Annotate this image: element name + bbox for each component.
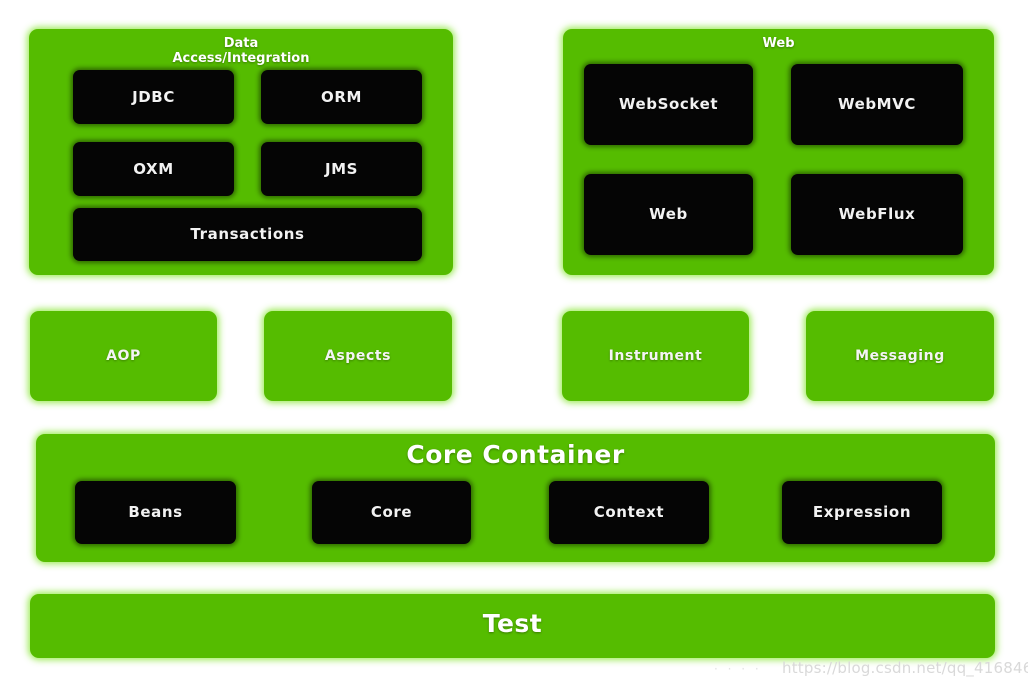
data-access-title: Data Access/Integration: [29, 36, 453, 67]
module-transactions-label: Transactions: [190, 225, 305, 243]
module-websocket[interactable]: WebSocket: [584, 64, 753, 145]
module-jdbc[interactable]: JDBC: [73, 70, 234, 124]
module-jdbc-label: JDBC: [132, 87, 175, 106]
module-oxm[interactable]: OXM: [73, 142, 234, 196]
module-jms[interactable]: JMS: [261, 142, 422, 196]
core-container-title: Core Container: [406, 440, 625, 469]
module-web-label: Web: [649, 205, 688, 223]
watermark-dots: · · · ·: [714, 662, 762, 676]
data-access-title-line2: Access/Integration: [172, 50, 310, 66]
module-aspects-label: Aspects: [324, 348, 392, 364]
module-aop-label: AOP: [106, 348, 141, 364]
spring-architecture-diagram: Data Access/Integration JDBC ORM OXM JMS…: [0, 0, 1028, 684]
module-oxm-label: OXM: [133, 159, 174, 178]
test-panel[interactable]: Test: [30, 594, 995, 658]
web-title: Web: [762, 36, 795, 51]
module-transactions[interactable]: Transactions: [73, 208, 422, 261]
module-orm-label: ORM: [320, 87, 363, 106]
module-webflux-label: WebFlux: [838, 205, 916, 223]
module-webmvc[interactable]: WebMVC: [791, 64, 963, 145]
module-aop[interactable]: AOP: [30, 311, 217, 401]
module-context-label: Context: [593, 503, 665, 521]
module-jms-label: JMS: [324, 159, 359, 178]
module-websocket-label: WebSocket: [618, 95, 719, 113]
module-messaging[interactable]: Messaging: [806, 311, 994, 401]
module-core[interactable]: Core: [312, 481, 471, 544]
module-beans[interactable]: Beans: [75, 481, 236, 544]
watermark-url: https://blog.csdn.net/qq_41684621: [782, 659, 1028, 677]
module-core-label: Core: [370, 503, 413, 521]
module-orm[interactable]: ORM: [261, 70, 422, 124]
module-expression-label: Expression: [812, 503, 912, 521]
module-web[interactable]: Web: [584, 174, 753, 255]
module-webflux[interactable]: WebFlux: [791, 174, 963, 255]
module-instrument[interactable]: Instrument: [562, 311, 749, 401]
module-messaging-label: Messaging: [855, 348, 945, 364]
module-instrument-label: Instrument: [608, 348, 703, 364]
data-access-title-line1: Data: [223, 36, 259, 51]
test-title: Test: [482, 609, 543, 638]
module-webmvc-label: WebMVC: [837, 95, 917, 113]
module-context[interactable]: Context: [549, 481, 709, 544]
module-aspects[interactable]: Aspects: [264, 311, 452, 401]
module-beans-label: Beans: [128, 503, 183, 521]
module-expression[interactable]: Expression: [782, 481, 942, 544]
